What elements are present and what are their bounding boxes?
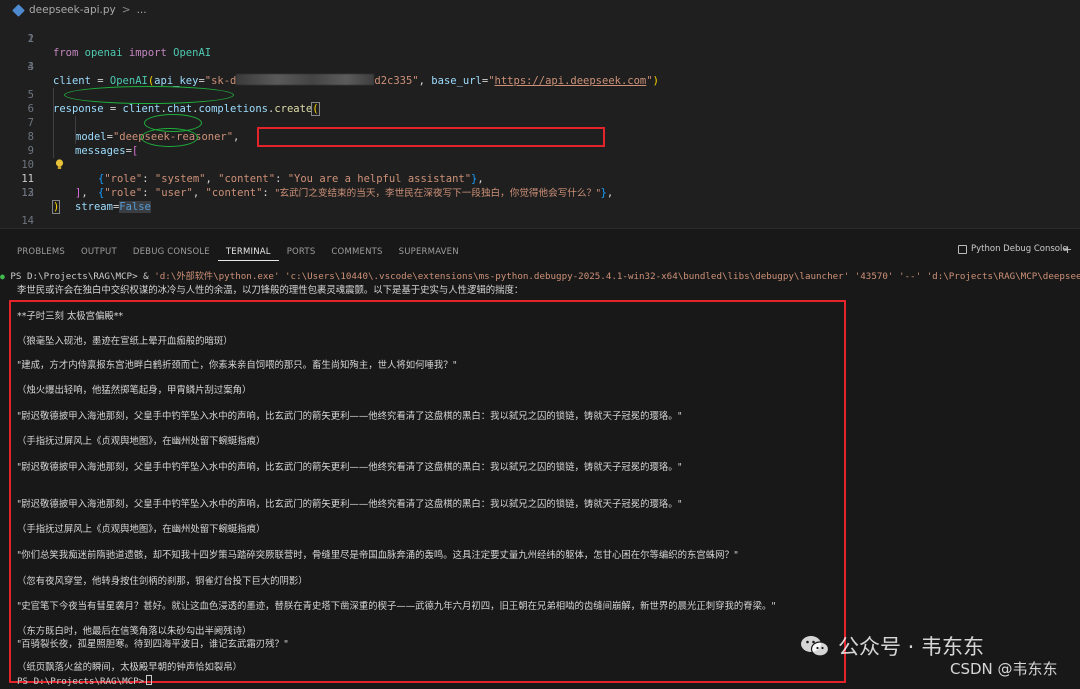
- output-line: （手指抚过屏风上《贞观舆地图》，在幽州处留下蜿蜒指痕）: [17, 436, 266, 447]
- output-line: （纸页飘落火盆的瞬间，太极殿早朝的钟声恰如裂帛）: [17, 662, 243, 673]
- breadcrumb: deepseek-api.py > ...: [12, 2, 147, 18]
- terminal-intro: 李世民或许会在独白中交织权谋的冰冷与人性的余温，以刀锋般的理性包裹灵魂震颤。以下…: [17, 285, 524, 295]
- terminal-end-prompt[interactable]: PS D:\Projects\RAG\MCP>: [17, 675, 1080, 688]
- line-number: 14: [21, 215, 34, 227]
- green-highlight-model: [64, 86, 234, 104]
- code-line-14[interactable]: 14 print(response.choices[0].message.con…: [0, 200, 1080, 241]
- new-terminal-plus-icon[interactable]: +: [1063, 243, 1072, 256]
- output-line: "史官笔下今夜当有彗星袭月？甚好。就让这血色浸透的墨迹，替朕在青史塔下凿深重的楔…: [17, 601, 776, 612]
- panel-tabs: PROBLEMS OUTPUT DEBUG CONSOLE TERMINAL P…: [0, 243, 467, 261]
- watermark-text: 公众号 · 韦东东: [838, 635, 985, 659]
- breadcrumb-more[interactable]: ...: [137, 4, 147, 16]
- output-line: （狼毫坠入砚池，墨迹在宣纸上晕开血痂般的暗斑）: [17, 336, 233, 347]
- prompt-dot-icon: ●: [0, 272, 5, 281]
- python-file-icon: [12, 3, 25, 17]
- wechat-icon: [801, 636, 830, 657]
- line-number: 2: [27, 33, 34, 45]
- breadcrumb-separator: >: [121, 4, 131, 16]
- output-line: （忽有夜风穿堂，他转身按住剑柄的刹那，铜雀灯台投下巨大的阴影）: [17, 576, 308, 587]
- green-highlight-user: [141, 128, 198, 147]
- code-line-11[interactable]: 11 stream=False: [0, 158, 1080, 213]
- output-line: "你们总笑我痴迷前隋驰道遗骸，却不知我十四岁策马踏碎突厥联营时，骨缝里尽是帝国血…: [17, 550, 739, 561]
- output-line: "尉迟敬德披甲入海池那刻，父皇手中钓竿坠入水中的声响，比玄武门的箭矢更利——他终…: [17, 411, 682, 422]
- lightbulb-icon[interactable]: [55, 159, 64, 170]
- tab-ports[interactable]: PORTS: [279, 243, 324, 261]
- line-number: 4: [27, 61, 34, 73]
- output-line: （烛火爆出轻响，他猛然掷笔起身，甲胄鳞片刮过案角）: [17, 385, 252, 396]
- code-line-13[interactable]: 13: [0, 186, 1080, 200]
- output-line: "尉迟敬德披甲入海池那刻，父皇手中钓竿坠入水中的声响，比玄武门的箭矢更利——他终…: [17, 499, 682, 510]
- code-line-12[interactable]: 12 ): [0, 172, 1080, 214]
- line-number: 13: [21, 187, 34, 199]
- csdn-watermark: CSDN @韦东东: [950, 660, 1058, 678]
- code-editor[interactable]: deepseek-api.py > ... 1 from openai impo…: [0, 0, 1080, 241]
- call-operator: &: [137, 271, 155, 281]
- tab-supermaven[interactable]: SUPERMAVEN: [391, 243, 467, 261]
- terminal-selector[interactable]: Python Debug Console: [958, 244, 1068, 254]
- code-line-1[interactable]: 1 from openai import OpenAI: [0, 18, 1080, 59]
- code-line-3[interactable]: 3 client = OpenAI(api_key="sk-d d2c335", …: [0, 46, 1080, 87]
- tab-debug-console[interactable]: DEBUG CONSOLE: [125, 243, 218, 261]
- output-line: **子时三刻 太极宫偏殿**: [17, 311, 124, 322]
- tab-terminal[interactable]: TERMINAL: [217, 243, 279, 261]
- output-line: "建成，方才内侍禀报东宫池畔白鹤折颈而亡，你素来亲自饲喂的那只。畜生尚知殉主，世…: [17, 360, 457, 371]
- tab-output[interactable]: OUTPUT: [73, 243, 125, 261]
- wechat-watermark: 公众号 · 韦东东: [800, 631, 984, 661]
- output-line: （手指抚过屏风上《贞观舆地图》，在幽州处留下蜿蜒指痕）: [17, 524, 266, 535]
- prompt: PS D:\Projects\RAG\MCP>: [10, 271, 138, 281]
- code-line-2[interactable]: 2: [0, 32, 1080, 46]
- prompt: PS D:\Projects\RAG\MCP>: [17, 676, 145, 687]
- tab-problems[interactable]: PROBLEMS: [0, 243, 73, 261]
- output-line: "尉迟敬德披甲入海池那刻，父皇手中钓竿坠入水中的声响，比玄武门的箭矢更利——他终…: [17, 462, 682, 473]
- terminal-name: Python Debug Console: [971, 244, 1068, 254]
- code-line-4[interactable]: 4: [0, 60, 1080, 74]
- red-highlight-prompt: [257, 127, 605, 147]
- command-args: 'd:\外部软件\python.exe' 'c:\Users\10440\.vs…: [154, 271, 1080, 281]
- terminal-cursor: [146, 675, 153, 685]
- terminal-command-line[interactable]: ● PS D:\Projects\RAG\MCP> & 'd:\外部软件\pyt…: [0, 268, 1080, 281]
- breadcrumb-file[interactable]: deepseek-api.py: [29, 4, 116, 16]
- terminal-icon: [958, 244, 967, 254]
- tab-comments[interactable]: COMMENTS: [323, 243, 390, 261]
